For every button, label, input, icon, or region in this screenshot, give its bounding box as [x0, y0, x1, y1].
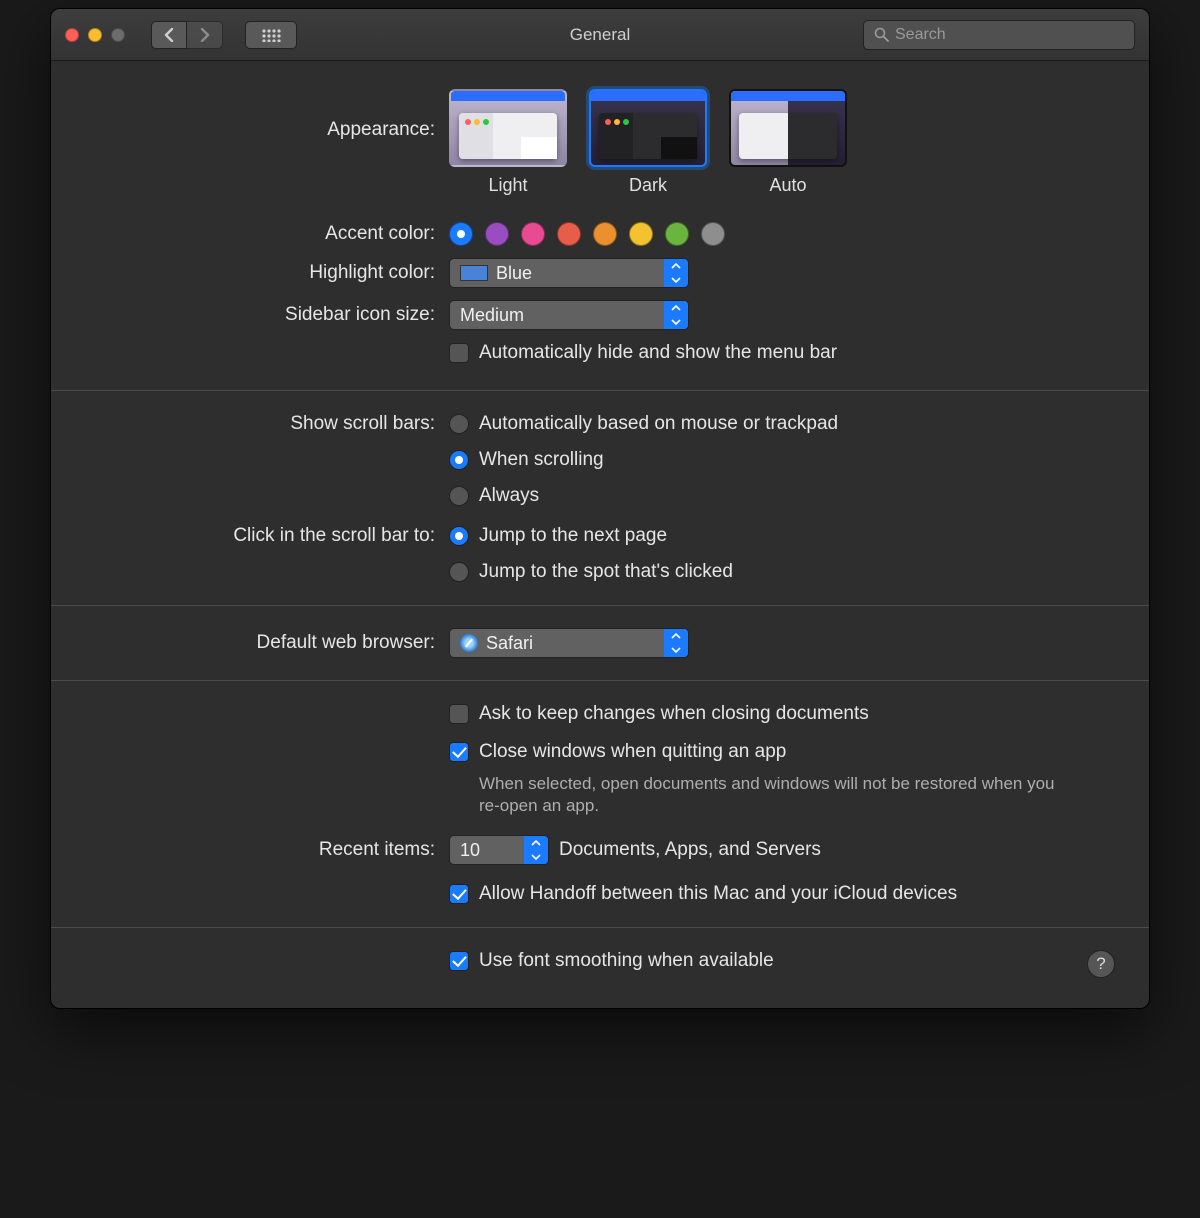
- search-placeholder: Search: [895, 26, 946, 44]
- stepper-icon: [664, 259, 688, 287]
- font-smoothing-label: Use font smoothing when available: [479, 950, 774, 972]
- stepper-icon: [524, 836, 548, 864]
- highlight-label: Highlight color:: [95, 262, 449, 284]
- search-icon: [874, 27, 889, 42]
- accent-color-7[interactable]: [701, 222, 725, 246]
- appearance-auto-label: Auto: [769, 175, 806, 196]
- appearance-options: Light Dark Auto: [449, 89, 1105, 196]
- ask-keep-checkbox[interactable]: [449, 704, 469, 724]
- appearance-auto[interactable]: [729, 89, 847, 167]
- back-button[interactable]: [151, 21, 187, 49]
- autohide-menubar-checkbox[interactable]: [449, 343, 469, 363]
- accent-color-6[interactable]: [665, 222, 689, 246]
- browser-select[interactable]: Safari: [449, 628, 689, 658]
- search-field[interactable]: Search: [863, 20, 1135, 50]
- accent-color-row: [449, 222, 725, 246]
- scrollbars-scrolling-label: When scrolling: [479, 449, 604, 471]
- window-title: General: [570, 25, 630, 45]
- stepper-icon: [664, 301, 688, 329]
- scrollbars-always-label: Always: [479, 485, 539, 507]
- recent-value: 10: [460, 840, 480, 861]
- browser-label: Default web browser:: [95, 632, 449, 654]
- accent-color-2[interactable]: [521, 222, 545, 246]
- highlight-value: Blue: [496, 263, 532, 284]
- show-all-button[interactable]: [245, 21, 297, 49]
- browser-value: Safari: [486, 633, 533, 654]
- help-button[interactable]: ?: [1087, 950, 1115, 978]
- ask-keep-label: Ask to keep changes when closing documen…: [479, 703, 869, 725]
- appearance-label: Appearance:: [95, 89, 449, 141]
- nav-buttons: [151, 21, 223, 49]
- sidebar-icon-label: Sidebar icon size:: [95, 304, 449, 326]
- zoom-window-button[interactable]: [111, 28, 125, 42]
- scrollbars-auto-radio[interactable]: [449, 414, 469, 434]
- scrollbars-scrolling-radio[interactable]: [449, 450, 469, 470]
- recent-label: Recent items:: [95, 839, 449, 861]
- appearance-light-label: Light: [488, 175, 527, 196]
- handoff-checkbox[interactable]: [449, 884, 469, 904]
- handoff-label: Allow Handoff between this Mac and your …: [479, 883, 957, 905]
- font-smoothing-checkbox[interactable]: [449, 951, 469, 971]
- titlebar: General Search: [51, 9, 1149, 61]
- accent-color-4[interactable]: [593, 222, 617, 246]
- traffic-lights: [65, 28, 125, 42]
- accent-label: Accent color:: [95, 223, 449, 245]
- appearance-light[interactable]: [449, 89, 567, 167]
- close-windows-sublabel: When selected, open documents and window…: [479, 773, 1059, 817]
- accent-color-0[interactable]: [449, 222, 473, 246]
- sidebar-icon-select[interactable]: Medium: [449, 300, 689, 330]
- forward-button[interactable]: [187, 21, 223, 49]
- sidebar-icon-value: Medium: [460, 305, 524, 326]
- preferences-window: General Search Appearance: Light: [50, 8, 1150, 1009]
- accent-color-1[interactable]: [485, 222, 509, 246]
- close-windows-label: Close windows when quitting an app: [479, 741, 786, 763]
- clickscroll-next-label: Jump to the next page: [479, 525, 667, 547]
- grid-icon: [261, 28, 281, 42]
- appearance-dark[interactable]: [589, 89, 707, 167]
- safari-icon: [460, 634, 478, 652]
- highlight-color-select[interactable]: Blue: [449, 258, 689, 288]
- appearance-dark-label: Dark: [629, 175, 667, 196]
- scrollbars-always-radio[interactable]: [449, 486, 469, 506]
- clickscroll-spot-radio[interactable]: [449, 562, 469, 582]
- recent-items-select[interactable]: 10: [449, 835, 549, 865]
- autohide-menubar-label: Automatically hide and show the menu bar: [479, 342, 837, 364]
- close-window-button[interactable]: [65, 28, 79, 42]
- accent-color-3[interactable]: [557, 222, 581, 246]
- scrollbars-auto-label: Automatically based on mouse or trackpad: [479, 413, 838, 435]
- close-windows-checkbox[interactable]: [449, 742, 469, 762]
- highlight-swatch: [460, 265, 488, 281]
- minimize-window-button[interactable]: [88, 28, 102, 42]
- clickscroll-spot-label: Jump to the spot that's clicked: [479, 561, 733, 583]
- scrollbars-label: Show scroll bars:: [95, 413, 449, 435]
- content: Appearance: Light Dark Auto: [51, 61, 1149, 1008]
- stepper-icon: [664, 629, 688, 657]
- clickscroll-label: Click in the scroll bar to:: [95, 525, 449, 547]
- accent-color-5[interactable]: [629, 222, 653, 246]
- clickscroll-next-radio[interactable]: [449, 526, 469, 546]
- recent-suffix: Documents, Apps, and Servers: [559, 839, 821, 861]
